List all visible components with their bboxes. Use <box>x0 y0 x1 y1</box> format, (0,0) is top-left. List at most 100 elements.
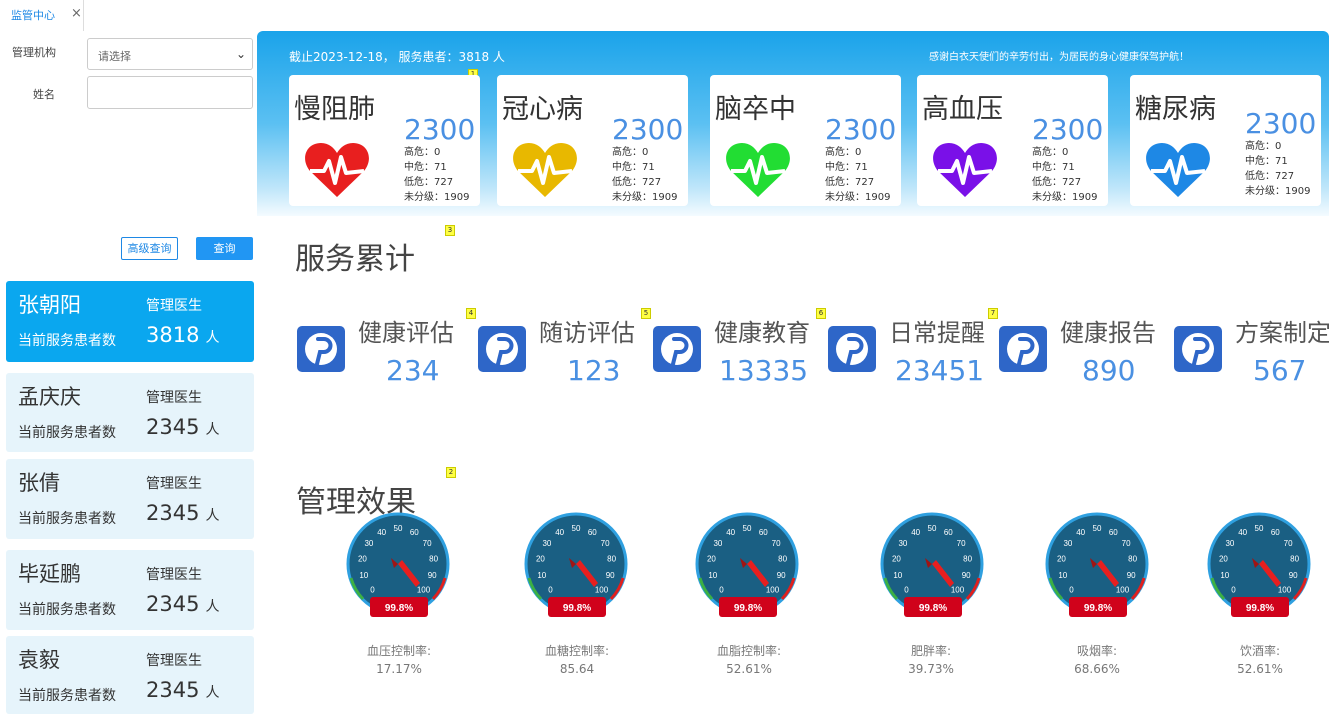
gauge-readout: 99.8% <box>563 603 591 614</box>
gauge-tick: 70 <box>423 539 432 548</box>
gauge-tick: 20 <box>358 554 367 563</box>
gauge-tick: 0 <box>370 586 375 595</box>
service-value: 567 <box>1253 354 1307 387</box>
gauge-dial: 010 20 30 40 50 60 70 80 90 100 99.8% <box>1045 512 1149 617</box>
gauge-caption: 饮酒率: 52.61% <box>1237 644 1283 676</box>
gauge-readout: 99.8% <box>1246 603 1274 614</box>
gauge-tick: 70 <box>957 539 966 548</box>
gauge-tick: 30 <box>364 539 373 548</box>
gauge-tick: 90 <box>428 571 437 580</box>
gauge: 0 10 20 30 40 50 60 70 80 90 100 99.8% <box>524 508 630 628</box>
service-label: 健康评估 <box>358 319 454 347</box>
gauge-tick: 0 <box>548 586 553 595</box>
risk-stats: 高危：0 中危：71 低危：727 未分级：1909 <box>404 147 470 203</box>
gauge-tick: 50 <box>1255 524 1264 533</box>
gauge-tick: 80 <box>963 554 972 563</box>
name-input[interactable] <box>87 76 253 109</box>
gauge-dial: 010 20 30 40 50 60 70 80 90 100 99.8% <box>1207 512 1311 617</box>
gauge-tick: 50 <box>394 524 403 533</box>
pinterest-icon <box>828 326 876 372</box>
gauge-tick: 40 <box>726 528 735 537</box>
marker-badge: 7 <box>988 308 998 319</box>
gauge: 0 10 20 30 40 50 60 70 80 90 100 99.8% <box>695 508 801 628</box>
marker-badge: 4 <box>466 308 476 319</box>
gauge-tick: 70 <box>772 539 781 548</box>
disease-card[interactable]: 糖尿病 2300 高危：0 中危：71 低危：727 未分级：1909 <box>1130 75 1321 206</box>
service-value: 890 <box>1082 354 1136 387</box>
gauge-tick: 100 <box>595 586 609 595</box>
service-value: 23451 <box>895 354 985 387</box>
marker-badge: 3 <box>445 225 455 236</box>
doctor-role: 管理医生 <box>146 476 202 492</box>
heart-icon <box>305 143 369 197</box>
service-value: 123 <box>567 354 621 387</box>
patient-count: 3818 人 <box>146 323 220 347</box>
gauge-caption: 血脂控制率: 52.61% <box>716 644 782 676</box>
advanced-query-button[interactable]: 高级查询 <box>121 237 178 260</box>
doctor-role: 管理医生 <box>146 298 202 314</box>
disease-name: 高血压 <box>922 94 1003 125</box>
gauge-tick: 40 <box>1238 528 1247 537</box>
gauge-tick: 50 <box>928 524 937 533</box>
gauge-tick: 20 <box>707 554 716 563</box>
gauge-tick: 10 <box>708 571 717 580</box>
disease-card[interactable]: 高血压 2300 高危：0 中危：71 低危：727 未分级：1909 <box>917 75 1108 206</box>
disease-card[interactable]: 冠心病 2300 高危：0 中危：71 低危：727 未分级：1909 <box>497 75 688 206</box>
doctor-card[interactable]: 毕延鹏 管理医生 当前服务患者数 2345 人 <box>6 550 254 630</box>
service-label: 随访评估 <box>539 319 635 347</box>
patient-count-label: 当前服务患者数 <box>18 688 116 704</box>
gauge-tick: 60 <box>944 528 953 537</box>
heart-icon <box>513 143 577 197</box>
doctor-card[interactable]: 袁毅 管理医生 当前服务患者数 2345 人 <box>6 636 254 714</box>
gauge-tick: 80 <box>778 554 787 563</box>
gauge-tick: 100 <box>417 586 431 595</box>
gauge-tick: 90 <box>606 571 615 580</box>
gauge-tick: 0 <box>1231 586 1236 595</box>
disease-card[interactable]: 脑卒中 2300 高危：0 中危：71 低危：727 未分级：1909 <box>710 75 901 206</box>
patient-count-label: 当前服务患者数 <box>18 602 116 618</box>
gauge-dial: 010 20 30 40 50 60 70 80 90 100 99.8% <box>880 512 984 617</box>
gauge-tick: 100 <box>766 586 780 595</box>
gauge-tick: 70 <box>1122 539 1131 548</box>
service-label: 日常提醒 <box>889 319 985 347</box>
marker-badge: 6 <box>816 308 826 319</box>
service-title: 服务累计 <box>295 242 415 277</box>
pinterest-icon <box>653 326 701 372</box>
gauge-tick: 0 <box>1069 586 1074 595</box>
doctor-name: 张倩 <box>18 471 60 495</box>
disease-card[interactable]: 慢阻肺 2300 高危：0 中危：71 低危：727 未分级：1909 <box>289 75 480 206</box>
gauge-tick: 10 <box>537 571 546 580</box>
gauge-caption: 血糖控制率: 85.64 <box>544 644 610 676</box>
org-select[interactable]: 请选择 ⌄ <box>87 38 253 70</box>
tab-label[interactable]: 监管中心 <box>11 7 55 23</box>
doctor-card-active[interactable]: 张朝阳 管理医生 当前服务患者数 3818 人 <box>6 281 254 362</box>
query-button[interactable]: 查询 <box>196 237 253 260</box>
close-icon[interactable]: × <box>71 6 82 21</box>
doctor-card[interactable]: 张倩 管理医生 当前服务患者数 2345 人 <box>6 459 254 539</box>
gauge-readout: 99.8% <box>734 603 762 614</box>
risk-stats: 高危：0 中危：71 低危：727 未分级：1909 <box>612 147 678 203</box>
disease-total: 2300 <box>612 113 684 146</box>
gauge: 0 10 20 30 40 50 60 70 80 90 100 99.8% <box>880 508 986 628</box>
gauge-tick: 60 <box>1109 528 1118 537</box>
gauge-readout: 99.8% <box>919 603 947 614</box>
gauge-tick: 60 <box>410 528 419 537</box>
patient-count-label: 当前服务患者数 <box>18 333 116 349</box>
gauge-dial: 010 20 30 40 50 60 70 80 90 100 99.8% <box>346 512 450 617</box>
pinterest-icon <box>297 326 345 372</box>
name-label: 姓名 <box>33 88 55 101</box>
gauge-tick: 10 <box>359 571 368 580</box>
gauge-tick: 100 <box>1116 586 1130 595</box>
tab-bar: 监管中心 × <box>0 0 257 31</box>
doctor-card[interactable]: 孟庆庆 管理医生 当前服务患者数 2345 人 <box>6 373 254 452</box>
gauge-tick: 80 <box>1128 554 1137 563</box>
tab-supervision-center[interactable]: 监管中心 × <box>0 0 84 31</box>
gauge-tick: 90 <box>1289 571 1298 580</box>
gauge-tick: 80 <box>1290 554 1299 563</box>
disease-total: 2300 <box>1245 107 1317 140</box>
doctor-name: 张朝阳 <box>18 293 81 317</box>
patient-count: 2345 人 <box>146 501 220 525</box>
service-value: 234 <box>386 354 440 387</box>
gauge-tick: 30 <box>1063 539 1072 548</box>
doctor-name: 袁毅 <box>18 648 60 672</box>
